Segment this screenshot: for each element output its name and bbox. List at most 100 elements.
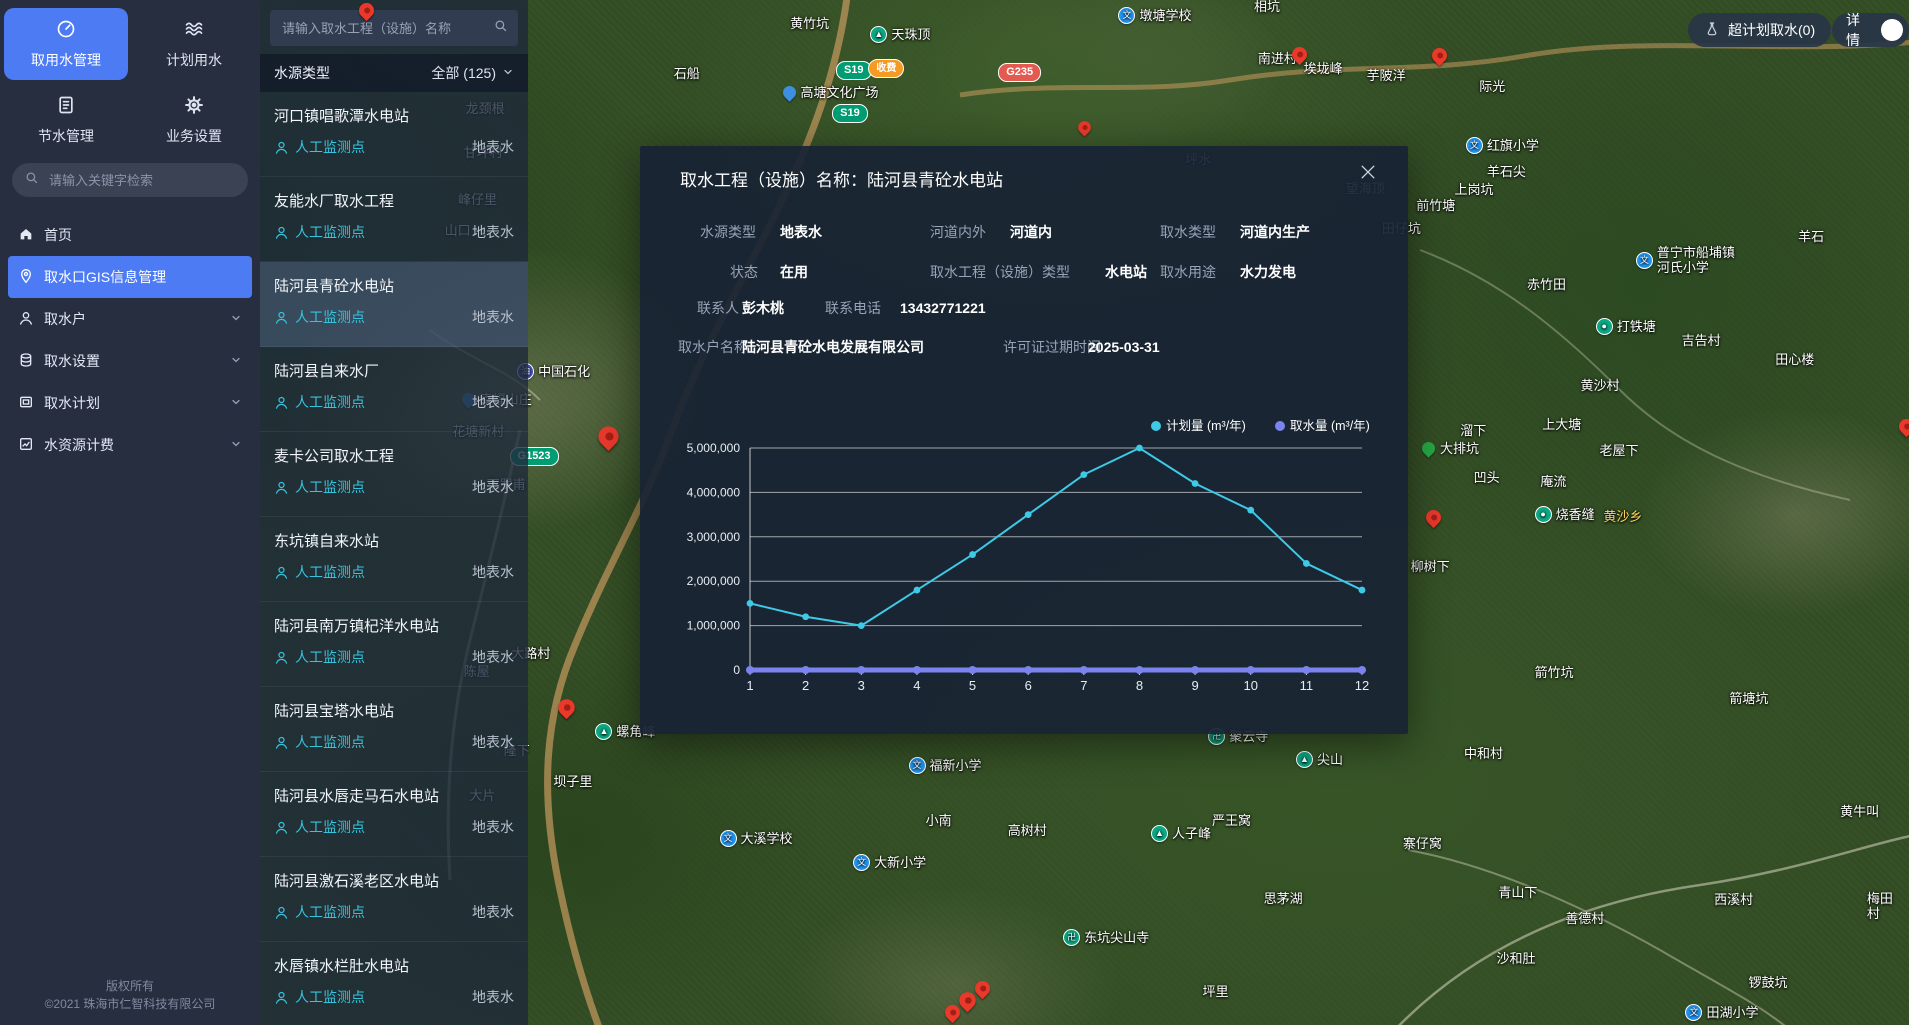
list-item[interactable]: 河口镇唱歌潭水电站人工监测点地表水 (260, 92, 528, 177)
water-type: 地表水 (472, 647, 514, 667)
map-label: ▲尖山 (1296, 751, 1343, 768)
app-root: 龙颈根石船黄竹坑▲天珠顶高塘文化广场文墩塘学校相坑南进村埃垅峰芋陂洋际光文红旗小… (0, 0, 1909, 1025)
map-label: 卍东坑尖山寺 (1063, 929, 1149, 946)
field-label: 取水工程（设施）类型 (930, 262, 1070, 282)
map-label-text: 坪里 (1202, 984, 1228, 999)
keyword-search-input[interactable] (47, 172, 236, 189)
list-item[interactable]: 陆河县激石溪老区水电站人工监测点地表水 (260, 857, 528, 942)
water-type: 地表水 (472, 392, 514, 412)
map-label: 文红旗小学 (1466, 137, 1539, 154)
person-icon (274, 565, 289, 580)
mountain-icon: ▲ (595, 723, 612, 740)
list-item[interactable]: 水唇镇水栏肚水电站人工监测点地表水 (260, 942, 528, 1025)
sidebar-item-1[interactable]: 取水口GIS信息管理 (8, 256, 252, 298)
toggle-knob[interactable] (1881, 19, 1903, 41)
map-label-text: 箭塘坑 (1729, 691, 1768, 706)
filter-value: 全部 (125) (431, 63, 496, 83)
field-value: 河道内生产 (1240, 222, 1310, 242)
search-icon[interactable] (493, 18, 508, 38)
map-label: 收费 (868, 59, 904, 78)
station-search-input[interactable] (280, 20, 487, 37)
field-label: 状态 (730, 262, 758, 282)
list-item[interactable]: 陆河县水唇走马石水电站人工监测点地表水 (260, 772, 528, 857)
map-label: 青山下 (1498, 885, 1537, 900)
monitor-tag: 人工监测点 (295, 562, 365, 582)
app-tile-1[interactable]: 计划用水 (132, 8, 256, 80)
svg-text:9: 9 (1191, 678, 1198, 693)
map-label-text: 芋陂洋 (1367, 68, 1406, 83)
svg-text:5: 5 (969, 678, 976, 693)
map-label: 黄牛叫 (1840, 804, 1879, 819)
map-label-text: 思茅湖 (1264, 891, 1303, 906)
map-label-text: 普宁市船埔镇 河氏小学 (1657, 245, 1735, 275)
field-value: 水力发电 (1240, 262, 1296, 282)
search-icon (24, 170, 39, 190)
school-icon: 文 (720, 830, 737, 847)
person-icon (274, 310, 289, 325)
sidebar-item-2[interactable]: 取水户 (8, 298, 252, 340)
station-name: 陆河县南万镇杞洋水电站 (274, 615, 514, 636)
list-item[interactable]: 麦卡公司取水工程人工监测点地表水 (260, 432, 528, 517)
sidebar-item-5[interactable]: 水资源计费 (8, 424, 252, 466)
field-value: 陆河县青砼水电发展有限公司 (742, 337, 924, 357)
map-label-text: 羊石 (1798, 229, 1824, 244)
map-label-text: 坝子里 (553, 774, 592, 789)
svg-text:2,000,000: 2,000,000 (687, 574, 741, 588)
chevron-down-icon (230, 311, 242, 327)
person-icon (274, 990, 289, 1005)
sidebar-item-3[interactable]: 取水设置 (8, 340, 252, 382)
field-value: 地表水 (780, 222, 822, 242)
poi-icon: ● (1596, 318, 1613, 335)
svg-text:4,000,000: 4,000,000 (687, 485, 741, 499)
map-label-text: 沙和肚 (1496, 951, 1535, 966)
map-label-text: 小南 (926, 813, 952, 828)
field-label: 联系电话 (825, 298, 881, 318)
chevron-down-icon (230, 395, 242, 411)
gear-icon (184, 95, 204, 118)
map-label: 黄沙村 (1580, 378, 1619, 393)
app-tile-2[interactable]: 节水管理 (4, 84, 128, 156)
app-tile-label: 取用水管理 (31, 50, 101, 70)
school-icon: 文 (909, 757, 926, 774)
map-label-text: 大溪学校 (741, 831, 793, 846)
map-label: 坝子里 (553, 774, 592, 789)
close-icon[interactable] (1358, 162, 1378, 182)
list-item[interactable]: 陆河县青砼水电站人工监测点地表水 (260, 262, 528, 347)
map-label-text: 大排坑 (1440, 441, 1479, 456)
app-tile-3[interactable]: 业务设置 (132, 84, 256, 156)
svg-text:7: 7 (1080, 678, 1087, 693)
map-label-text: 烧香缝 (1556, 507, 1595, 522)
card-icon (18, 394, 34, 413)
list-item[interactable]: 陆河县自来水厂人工监测点地表水 (260, 347, 528, 432)
monitor-tag: 人工监测点 (295, 902, 365, 922)
map-label: 埃垅峰 (1304, 61, 1343, 76)
field-value: 彭木桃 (742, 298, 784, 318)
map-label: 高树村 (1008, 823, 1047, 838)
person-icon (274, 650, 289, 665)
svg-text:2: 2 (802, 678, 809, 693)
chevron-down-icon (502, 65, 514, 81)
map-label-text: 田湖小学 (1706, 1005, 1758, 1020)
map-label: ▲天珠顶 (870, 26, 930, 43)
filter-value-dropdown[interactable]: 全部 (125) (431, 63, 514, 83)
map-label-text: 埃垅峰 (1304, 61, 1343, 76)
list-item[interactable]: 友能水厂取水工程人工监测点地表水 (260, 177, 528, 262)
over-plan-label: 超计划取水(0) (1728, 20, 1815, 40)
over-plan-intake-button[interactable]: 超计划取水(0) (1688, 13, 1831, 47)
map-label: 文普宁市船埔镇 河氏小学 (1636, 245, 1735, 275)
list-item[interactable]: 陆河县南万镇杞洋水电站人工监测点地表水 (260, 602, 528, 687)
map-label-text: 中和村 (1464, 746, 1503, 761)
detail-toggle[interactable]: 详情 (1832, 13, 1909, 47)
list-item[interactable]: 陆河县宝塔水电站人工监测点地表水 (260, 687, 528, 772)
app-tile-0[interactable]: 取用水管理 (4, 8, 128, 80)
chart-icon (18, 436, 34, 455)
sidebar-item-0[interactable]: 首页 (8, 214, 252, 256)
map-label: S19 (832, 104, 868, 123)
list-item[interactable]: 东坑镇自来水站人工监测点地表水 (260, 517, 528, 602)
sidebar-item-label: 取水计划 (44, 393, 100, 413)
sidebar-item-4[interactable]: 取水计划 (8, 382, 252, 424)
map-label: 梅田村 (1867, 891, 1905, 921)
water-type: 地表水 (472, 732, 514, 752)
svg-text:12: 12 (1355, 678, 1369, 693)
map-label-text: 羊石尖 (1487, 164, 1526, 179)
